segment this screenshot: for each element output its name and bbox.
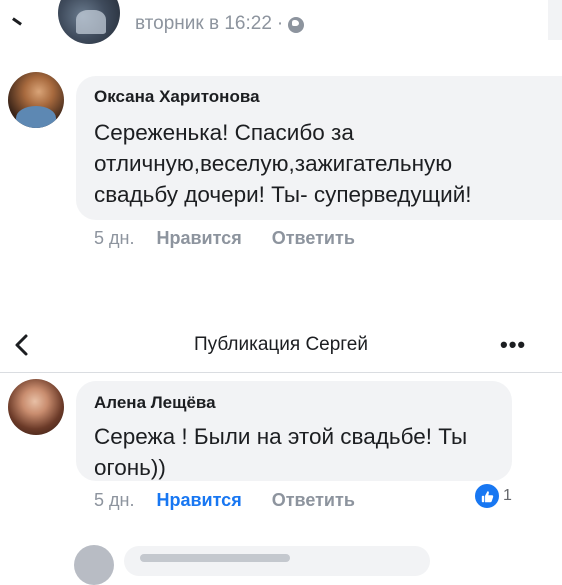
comment-author-avatar[interactable] (8, 379, 64, 435)
post-author-avatar[interactable] (58, 0, 120, 44)
thumbs-up-icon (473, 482, 501, 510)
top-back-fragment-icon (12, 17, 22, 26)
comment-author-name[interactable]: Алена Лещёва (94, 393, 216, 413)
reaction-summary[interactable]: 1 (473, 482, 512, 510)
page-title: Публикация Сергей (193, 334, 368, 355)
comment-text-line: Сережа ! Были на этой свадьбе! Ты (94, 424, 468, 449)
cropped-element (548, 0, 562, 40)
post-meta-separator: · (276, 13, 284, 34)
reply-button[interactable]: Ответить (272, 490, 355, 511)
comment-text: Сереженька! Спасибо за отличную,веселую,… (94, 117, 472, 210)
header-divider (0, 372, 562, 373)
post-meta: вторник в 16:22 · (135, 13, 305, 35)
comment-author-avatar[interactable] (8, 72, 64, 128)
like-button[interactable]: Нравится (156, 228, 241, 249)
comment-author-name[interactable]: Оксана Харитонова (94, 87, 260, 107)
comment-text-line: огонь)) (94, 455, 166, 480)
comment-text: Сережа ! Были на этой свадьбе! Ты огонь)… (94, 421, 467, 483)
comment-text-line: Сереженька! Спасибо за (94, 120, 354, 145)
comment-time[interactable]: 5 дн. (94, 228, 134, 249)
comment-text-line: отличную,веселую,зажигательную (94, 151, 453, 176)
comment-author-avatar[interactable] (74, 545, 114, 585)
more-options-icon[interactable]: ••• (500, 334, 526, 356)
comment-actions: 5 дн. Нравится Ответить (94, 490, 385, 511)
comment-bubble[interactable] (124, 546, 430, 576)
reply-button[interactable]: Ответить (272, 228, 355, 249)
comment-actions: 5 дн. Нравится Ответить (94, 228, 385, 249)
like-button[interactable]: Нравится (156, 490, 241, 511)
post-timestamp[interactable]: вторник в 16:22 (135, 13, 272, 35)
comment-time[interactable]: 5 дн. (94, 490, 134, 511)
globe-icon (288, 17, 305, 33)
comment-text-line: свадьбу дочери! Ты- суперведущий! (94, 182, 472, 207)
reaction-count: 1 (503, 487, 512, 504)
